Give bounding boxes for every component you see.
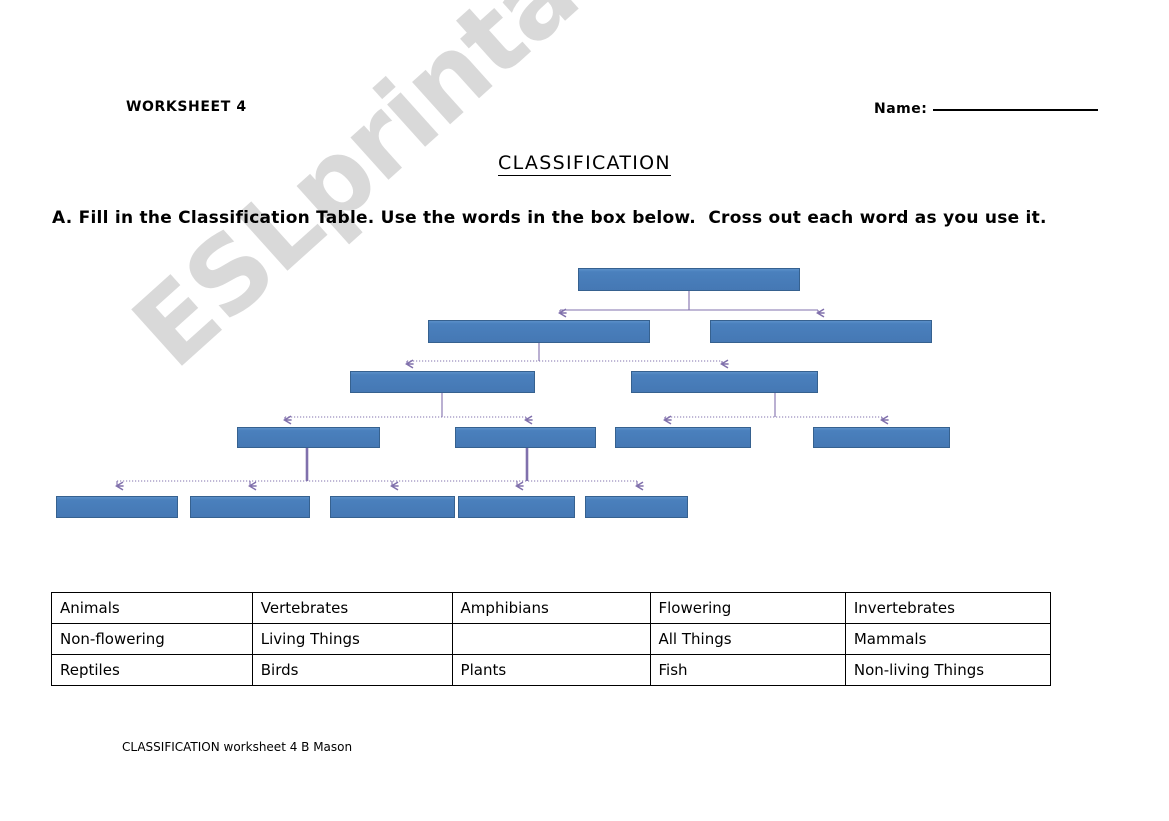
diagram-box-l4-2[interactable] [455,427,596,448]
diagram-box-l2-2[interactable] [710,320,932,343]
word-bank-row: Reptiles Birds Plants Fish Non-living Things [51,654,1052,686]
diagram-box-l5-5[interactable] [585,496,688,518]
instruction-text: A. Fill in the Classification Table. Use… [52,208,1047,228]
diagram-box-l5-3[interactable] [330,496,455,518]
word-bank-cell[interactable]: Flowering [649,592,846,624]
page-title-text: CLASSIFICATION [498,152,671,176]
word-bank-cell[interactable]: Amphibians [451,592,651,624]
word-bank-cell[interactable]: Animals [51,592,253,624]
word-bank-row: Animals Vertebrates Amphibians Flowering Inv… [51,592,1052,624]
diagram-box-l4-3[interactable] [615,427,751,448]
word-bank-cell[interactable]: Invertebrates [844,592,1052,624]
word-bank-cell[interactable]: Plants [451,654,651,686]
diagram-box-l3-2[interactable] [631,371,818,393]
diagram-box-l1-1[interactable] [578,268,800,291]
diagram-box-l3-1[interactable] [350,371,535,393]
word-bank-cell[interactable]: Vertebrates [251,592,453,624]
word-bank-cell[interactable]: Fish [649,654,846,686]
word-bank-cell[interactable]: Mammals [844,623,1052,655]
word-bank-cell[interactable]: Living Things [251,623,453,655]
diagram-box-l5-1[interactable] [56,496,178,518]
diagram-box-l5-2[interactable] [190,496,310,518]
word-bank-cell[interactable]: Non-flowering [51,623,253,655]
name-field: Name: [874,101,1099,117]
classification-diagram [0,291,1169,821]
word-bank-cell[interactable]: Non-living Things [844,654,1052,686]
name-label: Name: [874,101,928,117]
diagram-box-l4-4[interactable] [813,427,950,448]
word-bank-cell[interactable]: Reptiles [51,654,253,686]
diagram-box-l5-4[interactable] [458,496,575,518]
word-bank-table: Animals Vertebrates Amphibians Flowering Inv… [51,592,1052,686]
worksheet-number-label: WORKSHEET 4 [126,99,247,115]
word-bank-row: Non-flowering Living Things All Things Mamm… [51,623,1052,655]
diagram-box-l2-1[interactable] [428,320,650,343]
page-title: CLASSIFICATION [0,152,1169,176]
word-bank-cell[interactable]: Birds [251,654,453,686]
name-write-line[interactable] [933,109,1099,111]
word-bank-cell-empty[interactable] [451,623,651,655]
worksheet-page: WORKSHEET 4 Name: CLASSIFICATION A. Fill… [0,0,1169,821]
footer-credit: CLASSIFICATION worksheet 4 B Mason [122,740,353,754]
word-bank-cell[interactable]: All Things [649,623,846,655]
word-bank-body: Animals Vertebrates Amphibians Flowering Inv… [51,592,1052,686]
diagram-box-l4-1[interactable] [237,427,380,448]
